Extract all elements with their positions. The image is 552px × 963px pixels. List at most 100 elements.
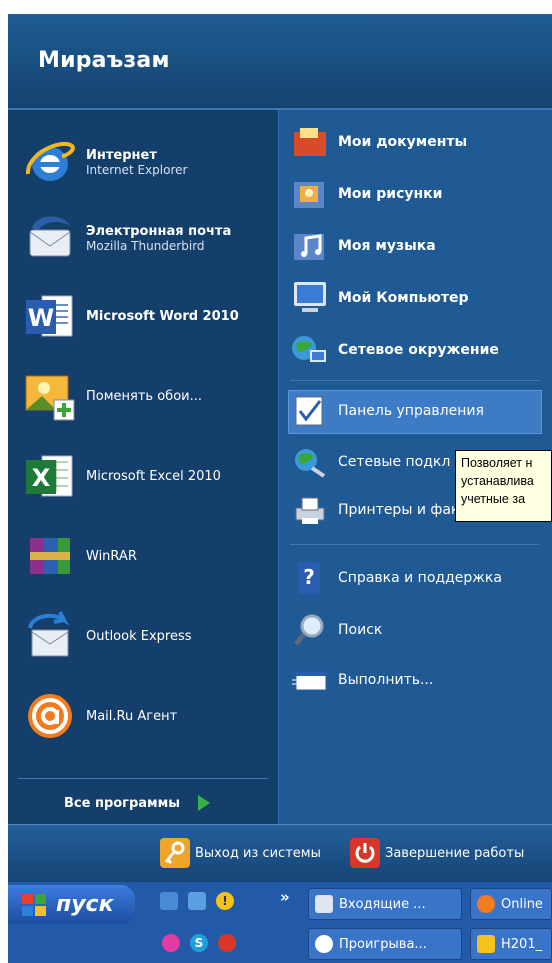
tooltip-line-2: устанавлива: [461, 474, 534, 488]
outlook-express-icon: [20, 606, 80, 666]
pinned-item-email[interactable]: Электронная почта Mozilla Thunderbird: [20, 208, 231, 268]
mailru-label: Mail.Ru Агент: [86, 708, 178, 724]
search-label: Поиск: [338, 622, 383, 638]
tooltip-line-1: Позволяет н: [461, 456, 533, 470]
taskbar-button-player[interactable]: Проигрыва...: [308, 928, 462, 960]
setting-printers[interactable]: Принтеры и фак: [290, 490, 459, 530]
inbox-icon: [315, 895, 333, 913]
my-pictures-label: Мои рисунки: [338, 186, 443, 202]
internet-title: Интернет: [86, 147, 157, 163]
internet-explorer-icon: [20, 132, 80, 192]
overflow-chevron-icon[interactable]: »: [280, 888, 290, 906]
start-menu-header: Мираъзам: [8, 14, 552, 110]
search-icon: [290, 610, 330, 650]
windows-logo-icon: [22, 893, 46, 916]
place-my-music[interactable]: Моя музыка: [290, 226, 436, 266]
email-subtitle: Mozilla Thunderbird: [86, 238, 205, 253]
user-name: Мираъзам: [38, 48, 170, 73]
messenger-icon[interactable]: [162, 934, 180, 952]
email-title: Электронная почта: [86, 223, 232, 239]
internet-subtitle: Internet Explorer: [86, 162, 188, 177]
my-documents-icon: [290, 122, 330, 162]
shutdown-button[interactable]: Завершение работы: [350, 838, 524, 868]
help-and-support[interactable]: ? Справка и поддержка: [290, 558, 502, 598]
run-icon: [290, 660, 330, 700]
taskbar-online-label: Online: [501, 896, 543, 912]
my-documents-label: Мои документы: [338, 134, 468, 150]
taskbar-button-inbox[interactable]: Входящие ...: [308, 888, 462, 920]
wallpaper-icon: [20, 366, 80, 426]
run-item[interactable]: Выполнить...: [290, 660, 433, 700]
printers-label: Принтеры и фак: [338, 502, 460, 518]
network-connections-icon: [290, 442, 330, 482]
recent-item-word[interactable]: W Microsoft Word 2010: [20, 286, 239, 346]
document-icon: [477, 935, 495, 953]
taskbar-player-label: Проигрыва...: [339, 936, 427, 952]
excel-label: Microsoft Excel 2010: [86, 468, 221, 484]
control-panel-tooltip: Позволяет н устанавлива учетные за: [455, 450, 552, 522]
taskbar-inbox-label: Входящие ...: [339, 896, 426, 912]
taskbar-button-h201[interactable]: H201_: [470, 928, 552, 960]
word-label: Microsoft Word 2010: [86, 308, 239, 324]
winrar-label: WinRAR: [86, 548, 137, 564]
warning-icon[interactable]: !: [216, 892, 234, 910]
recent-item-outlook[interactable]: Outlook Express: [20, 606, 192, 666]
logoff-button[interactable]: Выход из системы: [160, 838, 321, 868]
browser-icon: [477, 895, 495, 913]
media-player-icon: [315, 935, 333, 953]
help-label: Справка и поддержка: [338, 570, 502, 586]
my-pictures-icon: [290, 174, 330, 214]
my-music-label: Моя музыка: [338, 238, 436, 254]
place-my-computer[interactable]: Мой Компьютер: [290, 278, 469, 318]
taskbar-h201-label: H201_: [501, 936, 543, 952]
power-icon: [350, 838, 380, 868]
recent-item-excel[interactable]: X Microsoft Excel 2010: [20, 446, 221, 506]
control-panel-icon: [290, 391, 330, 431]
shutdown-label: Завершение работы: [385, 845, 525, 861]
winrar-icon: [20, 526, 80, 586]
outlook-label: Outlook Express: [86, 628, 192, 644]
network-connections-label: Сетевые подкл: [338, 454, 451, 470]
key-icon: [160, 838, 190, 868]
control-panel-label: Панель управления: [338, 403, 484, 419]
start-button[interactable]: пуск: [8, 885, 135, 924]
my-computer-label: Мой Компьютер: [338, 290, 469, 306]
word-icon: W: [20, 286, 80, 346]
search-item[interactable]: Поиск: [290, 610, 382, 650]
wallpaper-label: Поменять обои...: [86, 388, 202, 404]
place-my-pictures[interactable]: Мои рисунки: [290, 174, 442, 214]
quick-launch-top: !: [160, 892, 234, 910]
opera-icon[interactable]: [218, 934, 236, 952]
pinned-item-internet[interactable]: Интернет Internet Explorer: [20, 132, 187, 192]
taskbar-button-online[interactable]: Online: [470, 888, 552, 920]
place-network[interactable]: Сетевое окружение: [290, 330, 499, 370]
svg-text:X: X: [32, 464, 51, 492]
place-my-documents[interactable]: Мои документы: [290, 122, 467, 162]
network-places-icon: [290, 330, 330, 370]
recent-item-wallpaper[interactable]: Поменять обои...: [20, 366, 202, 426]
network-icon[interactable]: [188, 892, 206, 910]
recent-item-winrar[interactable]: WinRAR: [20, 526, 137, 586]
start-menu: Мираъзам Интернет Internet Explorer Элек…: [8, 14, 552, 882]
svg-text:?: ?: [303, 565, 315, 589]
green-arrow-icon: [198, 795, 211, 811]
network-places-label: Сетевое окружение: [338, 342, 499, 358]
setting-control-panel[interactable]: Панель управления: [290, 391, 484, 431]
mailru-agent-icon: [20, 686, 80, 746]
top-strip: [0, 0, 552, 14]
help-icon: ?: [290, 558, 330, 598]
all-programs-divider: [18, 778, 268, 779]
quick-launch-bottom: S: [162, 934, 236, 952]
tooltip-line-3: учетные за: [461, 492, 526, 506]
my-computer-icon: [290, 278, 330, 318]
recent-item-mailru[interactable]: Mail.Ru Агент: [20, 686, 177, 746]
all-programs-label: Все программы: [64, 795, 181, 811]
places-divider: [290, 380, 540, 381]
thunderbird-icon: [20, 208, 80, 268]
setting-network-connections[interactable]: Сетевые подкл: [290, 442, 450, 482]
all-programs-button[interactable]: Все программы: [64, 794, 212, 812]
excel-icon: X: [20, 446, 80, 506]
desktop-icon[interactable]: [160, 892, 178, 910]
start-label: пуск: [56, 892, 114, 917]
skype-icon[interactable]: S: [190, 934, 208, 952]
